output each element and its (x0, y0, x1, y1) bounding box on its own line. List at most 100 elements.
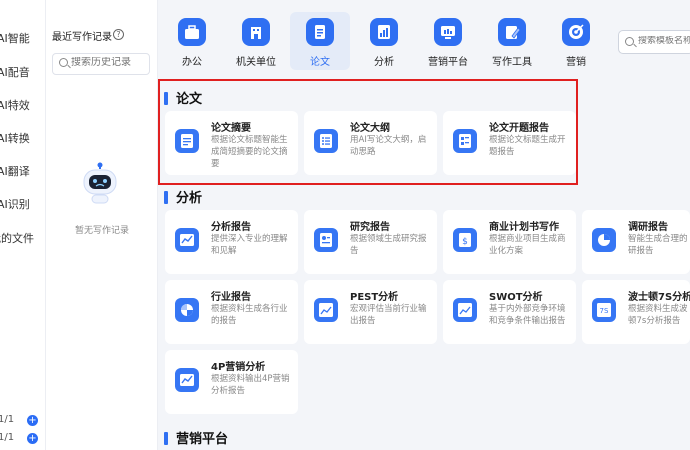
card-swot-analysis[interactable]: SWOT分析 基于内外部竞争环境和竞争条件输出报告 (443, 280, 576, 344)
target-icon (562, 18, 590, 46)
tool-analysis[interactable]: 分析 (354, 12, 414, 70)
boston-7s-icon: 7S (592, 298, 616, 322)
history-sidebar: 最近写作记录 ? 暂无写作记录 (46, 0, 158, 450)
add-icon[interactable]: + (27, 415, 38, 426)
business-plan-icon: $ (453, 228, 477, 252)
svg-text:$: $ (462, 237, 468, 247)
history-search-input[interactable] (71, 57, 147, 68)
card-title: 研究报告 (350, 222, 390, 233)
document-icon (306, 18, 334, 46)
nav-item-ai-dubbing[interactable]: AI配音 (0, 64, 30, 80)
card-title: SWOT分析 (489, 292, 543, 303)
tool-marketing-platform[interactable]: 营销平台 (418, 12, 478, 70)
card-desc: 宏观评估当前行业输出报告 (350, 304, 427, 326)
card-desc: 提供深入专业的理解和见解 (211, 234, 288, 256)
tool-label: 办公 (182, 57, 202, 68)
pest-icon (314, 298, 338, 322)
tool-label: 机关单位 (236, 57, 276, 68)
category-toolbar: 办公 机关单位 论文 分析 营销平台 写作工具 营销 (158, 0, 690, 76)
section-title-analysis: 分析 (164, 187, 202, 206)
history-title: 最近写作记录 (52, 32, 112, 43)
card-business-plan[interactable]: $ 商业计划书写作 根据商业项目生成商业化方案 (443, 210, 576, 274)
template-search[interactable] (618, 30, 690, 54)
card-title: 分析报告 (211, 222, 251, 233)
section-bar (164, 432, 168, 445)
section-title-text: 营销平台 (176, 432, 229, 447)
section-bar (164, 191, 168, 204)
4p-analysis-icon (175, 368, 199, 392)
briefcase-icon (178, 18, 206, 46)
nav-item-ai-convert[interactable]: AI转换 (0, 130, 30, 146)
card-desc: 用AI写论文大纲，启动思路 (350, 135, 427, 157)
tool-label: 营销 (566, 57, 586, 68)
card-title: 行业报告 (211, 292, 251, 303)
chart-icon (370, 18, 398, 46)
search-icon (625, 37, 634, 46)
card-boston-7s[interactable]: 7S 波士顿7S分析 根据资料生成波顿7s分析报告 (582, 280, 690, 344)
survey-report-icon (592, 228, 616, 252)
building-icon (242, 18, 270, 46)
proposal-icon (453, 129, 477, 153)
card-desc: 根据资料输出4P营销分析报告 (211, 374, 290, 396)
card-analysis-report[interactable]: 分析报告 提供深入专业的理解和见解 (165, 210, 298, 274)
section-title-marketing-platform: 营销平台 (164, 428, 228, 447)
nav-item-ai-recognize[interactable]: AI识别 (0, 196, 30, 212)
card-title: 论文开题报告 (489, 123, 549, 134)
tool-paper[interactable]: 论文 (290, 12, 350, 70)
card-title: 波士顿7S分析 (628, 292, 690, 303)
swot-icon (453, 298, 477, 322)
card-survey-report[interactable]: 调研报告 智能生成合理的研报告 (582, 210, 690, 274)
nav-item-ai-smart[interactable]: AI智能 (0, 30, 30, 46)
search-icon (59, 58, 68, 67)
card-desc: 根据资料生成波顿7s分析报告 (628, 304, 688, 326)
pen-icon (498, 18, 526, 46)
nav-item-ai-translate[interactable]: AI翻译 (0, 163, 30, 179)
nav-item-my-files[interactable]: 我的文件 (0, 230, 34, 246)
robot-icon (83, 162, 117, 204)
card-pest-analysis[interactable]: PEST分析 宏观评估当前行业输出报告 (304, 280, 437, 344)
template-search-input[interactable] (638, 36, 690, 46)
page-indicator: 1/1 (0, 414, 15, 425)
card-title: 商业计划书写作 (489, 222, 559, 233)
tool-writing-tools[interactable]: 写作工具 (482, 12, 542, 70)
tool-label: 营销平台 (428, 57, 468, 68)
tool-label: 写作工具 (492, 57, 532, 68)
card-title: 论文摘要 (211, 123, 251, 134)
card-desc: 基于内外部竞争环境和竞争条件输出报告 (489, 304, 566, 326)
add-icon[interactable]: + (27, 433, 38, 444)
card-desc: 根据资料生成各行业的报告 (211, 304, 288, 326)
page-indicator: 1/1 (0, 432, 15, 443)
abstract-icon (175, 129, 199, 153)
tool-label: 论文 (310, 57, 330, 68)
nav-item-ai-effects[interactable]: AI特效 (0, 97, 30, 113)
help-icon[interactable]: ? (113, 29, 124, 40)
card-desc: 根据论文标题智能生成简短摘要的论文摘要 (211, 135, 288, 169)
card-paper-abstract[interactable]: 论文摘要 根据论文标题智能生成简短摘要的论文摘要 (165, 111, 298, 175)
tool-marketing[interactable]: 营销 (546, 12, 606, 70)
card-desc: 智能生成合理的研报告 (628, 234, 688, 256)
card-paper-outline[interactable]: 论文大纲 用AI写论文大纲，启动思路 (304, 111, 437, 175)
history-empty-text: 暂无写作记录 (74, 226, 129, 236)
card-title: 论文大纲 (350, 123, 390, 134)
card-desc: 根据商业项目生成商业化方案 (489, 234, 566, 256)
tv-icon (434, 18, 462, 46)
tool-office[interactable]: 办公 (162, 12, 222, 70)
section-title-text: 分析 (176, 191, 203, 206)
card-title: 调研报告 (628, 222, 668, 233)
tool-government[interactable]: 机关单位 (226, 12, 286, 70)
analysis-report-icon (175, 228, 199, 252)
svg-text:7S: 7S (600, 307, 609, 315)
left-nav: AI智能 AI配音 AI特效 AI转换 AI翻译 AI识别 我的文件 1/1 +… (0, 0, 46, 450)
tool-label: 分析 (374, 57, 394, 68)
history-search[interactable] (52, 53, 150, 75)
card-title: PEST分析 (350, 292, 399, 303)
card-industry-report[interactable]: 行业报告 根据资料生成各行业的报告 (165, 280, 298, 344)
card-desc: 根据领域生成研究报告 (350, 234, 427, 256)
card-research-report[interactable]: 研究报告 根据领域生成研究报告 (304, 210, 437, 274)
research-report-icon (314, 228, 338, 252)
card-paper-proposal[interactable]: 论文开题报告 根据论文标题生成开题报告 (443, 111, 576, 175)
card-title: 4P营销分析 (211, 362, 266, 373)
outline-icon (314, 129, 338, 153)
card-4p-analysis[interactable]: 4P营销分析 根据资料输出4P营销分析报告 (165, 350, 298, 414)
card-desc: 根据论文标题生成开题报告 (489, 135, 566, 157)
